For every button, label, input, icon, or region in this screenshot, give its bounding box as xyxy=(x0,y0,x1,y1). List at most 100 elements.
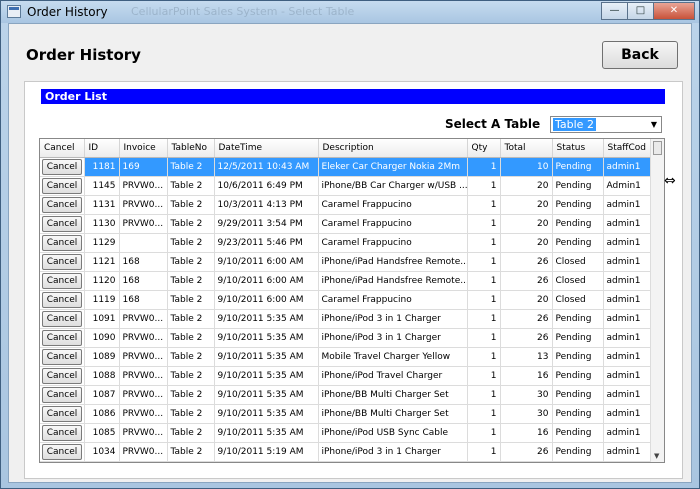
table-row[interactable]: Cancel 1086 PRVW0... Table 2 9/10/2011 5:35 … xyxy=(40,404,652,424)
cell-id: 1131 xyxy=(84,195,120,215)
scrollbar-thumb[interactable] xyxy=(653,141,662,155)
chevron-down-icon[interactable]: ▼ xyxy=(651,120,657,129)
cell-invoice: PRVW0... xyxy=(119,404,168,424)
cell-staff: admin1 xyxy=(603,347,652,367)
table-select[interactable]: Table 2 ▼ xyxy=(550,116,662,133)
column-header[interactable]: Cancel xyxy=(40,139,85,158)
select-table-label: Select A Table xyxy=(445,117,541,131)
cell-table: Table 2 xyxy=(167,404,215,424)
cell-total: 13 xyxy=(500,347,553,367)
table-row[interactable]: Cancel 1034 PRVW0... Table 2 9/10/2011 5:19 … xyxy=(40,442,652,462)
cancel-order-button[interactable]: Cancel xyxy=(42,367,82,384)
cancel-order-button[interactable]: Cancel xyxy=(42,310,82,327)
column-header[interactable]: Description xyxy=(318,139,468,158)
cell-total: 20 xyxy=(500,233,553,253)
cell-description: Eleker Car Charger Nokia 2Mm xyxy=(318,157,468,177)
cell-table: Table 2 xyxy=(167,442,215,462)
close-button[interactable]: ✕ xyxy=(653,2,695,20)
cancel-order-button[interactable]: Cancel xyxy=(42,424,82,441)
title-bar[interactable]: Order History CellularPoint Sales System… xyxy=(1,1,699,23)
column-header[interactable]: Invoice xyxy=(119,139,168,158)
cancel-order-button[interactable]: Cancel xyxy=(42,291,82,308)
table-row[interactable]: Cancel 1119 168 Table 2 9/10/2011 6:00 AM Car… xyxy=(40,290,652,310)
cancel-cell: Cancel xyxy=(40,157,85,177)
cell-invoice: PRVW0... xyxy=(119,366,168,386)
table-row[interactable]: Cancel 1131 PRVW0... Table 2 10/3/2011 4:13 … xyxy=(40,195,652,215)
table-row[interactable]: Cancel 1120 168 Table 2 9/10/2011 6:00 AM iPh… xyxy=(40,271,652,291)
cell-staff: admin1 xyxy=(603,290,652,310)
table-row[interactable]: Cancel 1088 PRVW0... Table 2 9/10/2011 5:35 … xyxy=(40,366,652,386)
cell-id: 1129 xyxy=(84,233,120,253)
cell-status: Pending xyxy=(552,214,604,234)
cancel-order-button[interactable]: Cancel xyxy=(42,443,82,460)
order-list-panel: Order List Select A Table Table 2 ▼ Canc… xyxy=(24,81,683,479)
cell-table: Table 2 xyxy=(167,290,215,310)
cell-status: Pending xyxy=(552,366,604,386)
maximize-button[interactable]: □ xyxy=(627,2,653,20)
column-header[interactable]: ID xyxy=(84,139,120,158)
cell-staff: admin1 xyxy=(603,157,652,177)
cancel-order-button[interactable]: Cancel xyxy=(42,405,82,422)
cancel-cell: Cancel xyxy=(40,423,85,443)
cell-datetime: 9/10/2011 6:00 AM xyxy=(214,252,319,272)
vertical-scrollbar[interactable]: ▼ xyxy=(650,139,664,462)
table-row[interactable]: Cancel 1085 PRVW0... Table 2 9/10/2011 5:35 … xyxy=(40,423,652,443)
table-header-row: Cancel ID Invoice TableNo DateTime Descriptio… xyxy=(40,139,652,158)
minimize-button[interactable]: — xyxy=(601,2,627,20)
table-row[interactable]: Cancel 1181 169 Table 2 12/5/2011 10:43 AM El… xyxy=(40,157,652,177)
column-header[interactable]: Total xyxy=(500,139,553,158)
cell-datetime: 10/3/2011 4:13 PM xyxy=(214,195,319,215)
cancel-order-button[interactable]: Cancel xyxy=(42,196,82,213)
cell-id: 1130 xyxy=(84,214,120,234)
cell-status: Pending xyxy=(552,404,604,424)
cell-invoice: 168 xyxy=(119,271,168,291)
cell-table: Table 2 xyxy=(167,385,215,405)
table-row[interactable]: Cancel 1130 PRVW0... Table 2 9/29/2011 3:54 … xyxy=(40,214,652,234)
table-row[interactable]: Cancel 1089 PRVW0... Table 2 9/10/2011 5:35 … xyxy=(40,347,652,367)
cancel-order-button[interactable]: Cancel xyxy=(42,329,82,346)
cancel-order-button[interactable]: Cancel xyxy=(42,234,82,251)
cell-description: iPhone/BB Car Charger w/USB ... xyxy=(318,176,468,196)
cancel-order-button[interactable]: Cancel xyxy=(42,158,82,175)
cancel-order-button[interactable]: Cancel xyxy=(42,272,82,289)
cancel-cell: Cancel xyxy=(40,347,85,367)
cell-table: Table 2 xyxy=(167,176,215,196)
cell-datetime: 9/29/2011 3:54 PM xyxy=(214,214,319,234)
cell-table: Table 2 xyxy=(167,347,215,367)
cancel-cell: Cancel xyxy=(40,271,85,291)
column-header[interactable]: Status xyxy=(552,139,604,158)
cancel-order-button[interactable]: Cancel xyxy=(42,348,82,365)
cancel-order-button[interactable]: Cancel xyxy=(42,253,82,270)
column-header[interactable]: TableNo xyxy=(167,139,215,158)
cell-description: iPhone/iPod USB Sync Cable xyxy=(318,423,468,443)
cell-id: 1091 xyxy=(84,309,120,329)
cell-description: iPhone/iPad Handsfree Remote... xyxy=(318,252,468,272)
cancel-order-button[interactable]: Cancel xyxy=(42,215,82,232)
back-button[interactable]: Back xyxy=(602,41,678,69)
column-header[interactable]: StaffCod xyxy=(603,139,652,158)
table-row[interactable]: Cancel 1145 PRVW0... Table 2 10/6/2011 6:49 … xyxy=(40,176,652,196)
cell-qty: 1 xyxy=(467,423,501,443)
cell-status: Closed xyxy=(552,290,604,310)
cell-staff: admin1 xyxy=(603,385,652,405)
cancel-order-button[interactable]: Cancel xyxy=(42,177,82,194)
table-select-value: Table 2 xyxy=(553,118,596,131)
scroll-down-icon[interactable]: ▼ xyxy=(654,452,659,460)
cell-status: Pending xyxy=(552,328,604,348)
background-window-title: CellularPoint Sales System - Select Tabl… xyxy=(131,5,355,18)
cancel-order-button[interactable]: Cancel xyxy=(42,386,82,403)
table-row[interactable]: Cancel 1129 Table 2 9/23/2011 5:46 PM Carame… xyxy=(40,233,652,253)
order-grid[interactable]: Cancel ID Invoice TableNo DateTime Descriptio… xyxy=(39,138,665,463)
cancel-cell: Cancel xyxy=(40,366,85,386)
cell-status: Pending xyxy=(552,423,604,443)
table-row[interactable]: Cancel 1091 PRVW0... Table 2 9/10/2011 5:35 … xyxy=(40,309,652,329)
cell-invoice: PRVW0... xyxy=(119,176,168,196)
column-header[interactable]: DateTime xyxy=(214,139,319,158)
table-row[interactable]: Cancel 1087 PRVW0... Table 2 9/10/2011 5:35 … xyxy=(40,385,652,405)
column-header[interactable]: Qty xyxy=(467,139,501,158)
cell-status: Pending xyxy=(552,233,604,253)
cell-id: 1088 xyxy=(84,366,120,386)
cell-invoice: PRVW0... xyxy=(119,328,168,348)
table-row[interactable]: Cancel 1121 168 Table 2 9/10/2011 6:00 AM iPh… xyxy=(40,252,652,272)
table-row[interactable]: Cancel 1090 PRVW0... Table 2 9/10/2011 5:35 … xyxy=(40,328,652,348)
